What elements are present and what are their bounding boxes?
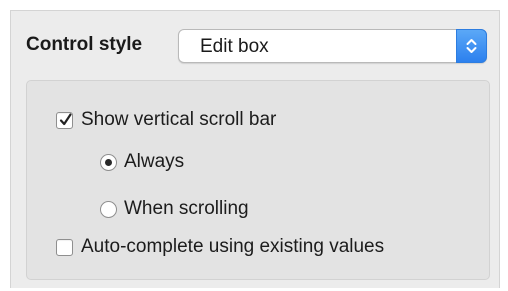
auto-complete-checkbox[interactable] <box>56 238 73 256</box>
control-style-selected-value: Edit box <box>200 36 269 57</box>
scroll-bar-always-option[interactable]: Always <box>100 151 184 173</box>
scroll-bar-when-scrolling-option[interactable]: When scrolling <box>100 198 249 220</box>
dropdown-arrows-icon[interactable] <box>456 29 487 63</box>
always-label: Always <box>124 151 185 172</box>
control-style-dropdown[interactable]: Edit box <box>178 29 487 63</box>
when-scrolling-label: When scrolling <box>124 198 249 219</box>
radio-selected-dot-icon <box>105 158 112 166</box>
always-radio[interactable] <box>100 153 117 171</box>
control-style-label: Control style <box>26 34 143 55</box>
auto-complete-option[interactable]: Auto-complete using existing values <box>56 236 384 258</box>
show-vertical-scroll-bar-checkbox[interactable] <box>56 111 73 129</box>
show-vertical-scroll-bar-option[interactable]: Show vertical scroll bar <box>56 109 276 131</box>
show-vertical-scroll-bar-label: Show vertical scroll bar <box>81 109 277 130</box>
auto-complete-label: Auto-complete using existing values <box>81 236 385 257</box>
when-scrolling-radio[interactable] <box>100 200 117 218</box>
